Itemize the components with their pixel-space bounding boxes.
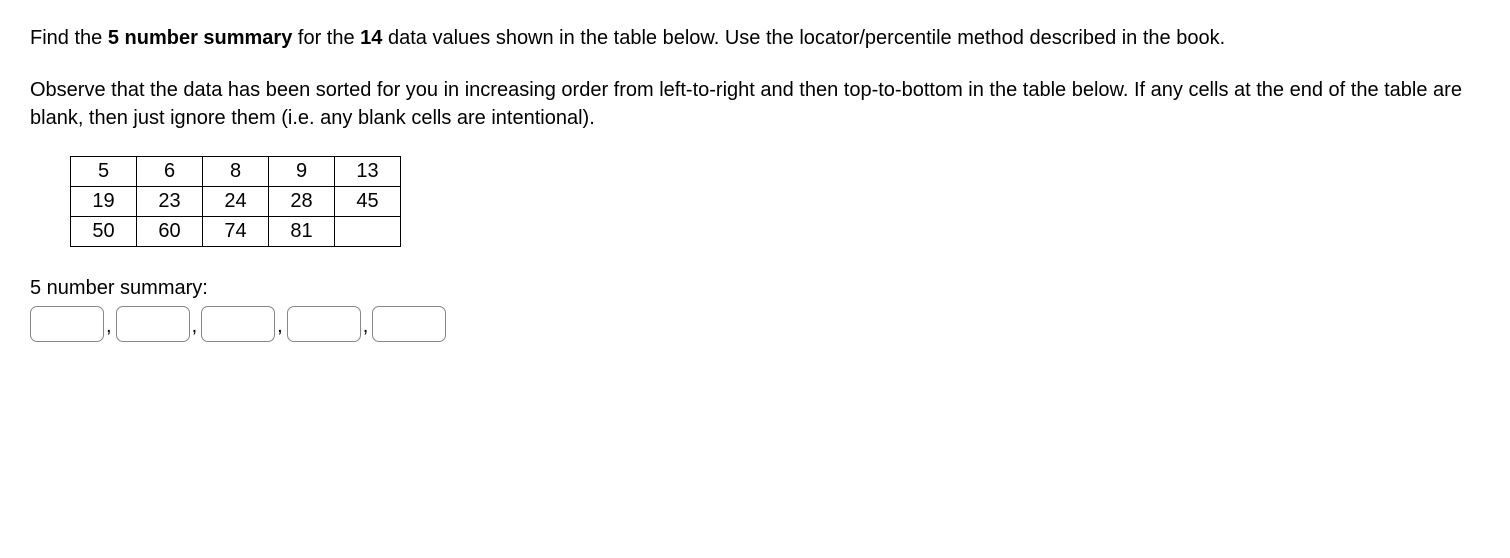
- text-fragment: data values shown in the table below. Us…: [382, 27, 1225, 49]
- answer-label: 5 number summary:: [30, 277, 1480, 300]
- table-cell: 5: [71, 157, 137, 187]
- table-cell: 19: [71, 187, 137, 217]
- separator-comma: ,: [361, 315, 373, 342]
- answer-row: , , , ,: [30, 306, 1480, 342]
- table-cell: 6: [137, 157, 203, 187]
- table-cell: 8: [203, 157, 269, 187]
- bold-phrase-5-number-summary: 5 number summary: [108, 27, 293, 49]
- table-cell: 23: [137, 187, 203, 217]
- table-row: 50 60 74 81: [71, 217, 401, 247]
- table-cell: 28: [269, 187, 335, 217]
- q1-input[interactable]: [116, 306, 190, 342]
- text-fragment: Find the: [30, 27, 108, 49]
- table-cell: 50: [71, 217, 137, 247]
- table-row: 5 6 8 9 13: [71, 157, 401, 187]
- separator-comma: ,: [275, 315, 287, 342]
- data-table: 5 6 8 9 13 19 23 24 28 45 50 60 74 81: [70, 156, 401, 247]
- table-cell: 60: [137, 217, 203, 247]
- text-fragment: for the: [292, 27, 360, 49]
- table-cell: [335, 217, 401, 247]
- table-cell: 24: [203, 187, 269, 217]
- question-paragraph-1: Find the 5 number summary for the 14 dat…: [30, 24, 1480, 52]
- median-input[interactable]: [201, 306, 275, 342]
- table-cell: 81: [269, 217, 335, 247]
- separator-comma: ,: [190, 315, 202, 342]
- bold-count-14: 14: [360, 27, 382, 49]
- max-input[interactable]: [372, 306, 446, 342]
- table-cell: 45: [335, 187, 401, 217]
- min-input[interactable]: [30, 306, 104, 342]
- table-cell: 13: [335, 157, 401, 187]
- question-paragraph-2: Observe that the data has been sorted fo…: [30, 76, 1480, 132]
- separator-comma: ,: [104, 315, 116, 342]
- q3-input[interactable]: [287, 306, 361, 342]
- table-cell: 9: [269, 157, 335, 187]
- table-cell: 74: [203, 217, 269, 247]
- table-row: 19 23 24 28 45: [71, 187, 401, 217]
